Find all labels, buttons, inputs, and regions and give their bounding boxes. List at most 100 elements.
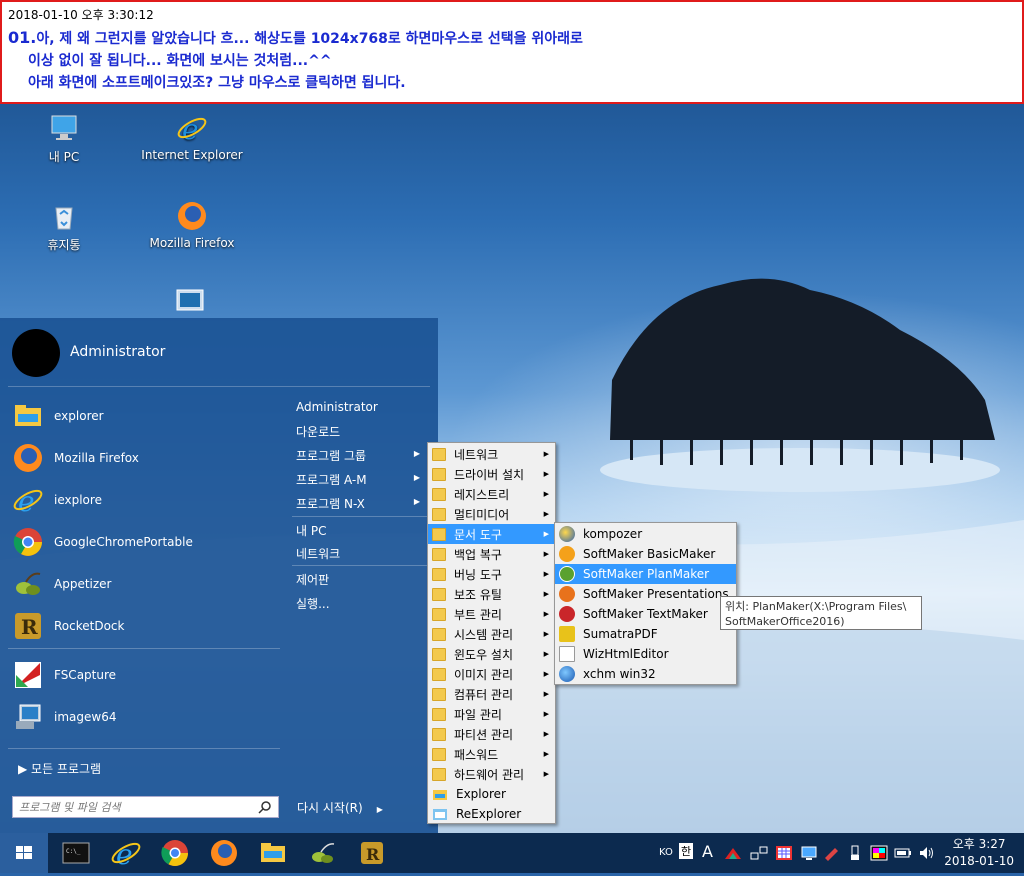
avatar[interactable] [12,329,60,377]
taskbar: C:\_ e R KO 한 A 오후 3:27 2018-01-10 [0,833,1024,873]
app-firefox[interactable]: Mozilla Firefox [12,440,282,476]
folder-icon[interactable] [257,837,289,869]
menu-item-sumatrapdf[interactable]: SumatraPDF [555,624,736,644]
app-iexplore[interactable]: e iexplore [12,482,282,518]
menu-item-multimedia[interactable]: 멀티미디어 ▶ [428,504,555,524]
clock[interactable]: 오후 3:27 2018-01-10 [944,836,1014,870]
app-appetizer[interactable]: Appetizer [12,566,282,602]
desktop-icon-recycle-bin[interactable]: 휴지통 [9,200,119,253]
rocketdock-icon[interactable]: R [356,837,388,869]
right-item-programs-a-m[interactable]: 프로그램 A-M ▶ [296,471,424,488]
tray-app-icon[interactable] [724,845,742,861]
menu-item-registry[interactable]: 레지스트리 ▶ [428,484,555,504]
menu-label: SoftMaker BasicMaker [583,547,716,561]
program-group-menu: 네트워크 ▶ 드라이버 설치 ▶ 레지스트리 ▶ 멀티미디어 ▶ 문서 도구 ▶ 백업 복… [427,442,556,824]
desktop-icon-ie[interactable]: e Internet Explorer [137,112,247,162]
menu-label: 문서 도구 [454,527,502,542]
right-item-administrator[interactable]: Administrator [296,400,424,414]
battery-icon[interactable] [894,845,912,861]
menu-item-boot[interactable]: 부트 관리 ▶ [428,604,555,624]
app-imagew64[interactable]: imagew64 [12,699,282,735]
folder-icon [432,507,446,521]
menu-item-windows-install[interactable]: 윈도우 설치 ▶ [428,644,555,664]
tooltip-line-1: 위치: PlanMaker(X:\Program Files\ [725,600,907,613]
ime-indicator[interactable]: 한 [679,843,694,859]
folder-icon [432,687,446,701]
olive-icon[interactable] [307,837,339,869]
menu-item-textmaker[interactable]: SoftMaker TextMaker [555,604,736,624]
volume-icon[interactable] [918,845,936,861]
menu-item-partition[interactable]: 파티션 관리 ▶ [428,724,555,744]
right-item-programs-n-x[interactable]: 프로그램 N-X ▶ [296,495,424,512]
menu-item-presentations[interactable]: SoftMaker Presentations [555,584,736,604]
ie-icon: e [13,485,43,516]
right-item-network[interactable]: 네트워크 [296,545,424,562]
search-icon[interactable] [258,800,272,814]
menu-label: xchm win32 [583,667,656,681]
app-label: Mozilla Firefox [54,451,139,465]
menu-item-document-tools[interactable]: 문서 도구 ▶ [428,524,555,544]
menu-item-password[interactable]: 패스워드 ▶ [428,744,555,764]
right-item-program-group[interactable]: 프로그램 그룹 ▶ [296,447,424,464]
menu-item-system[interactable]: 시스템 관리 ▶ [428,624,555,644]
menu-item-driver-install[interactable]: 드라이버 설치 ▶ [428,464,555,484]
menu-item-hardware[interactable]: 하드웨어 관리 ▶ [428,764,555,784]
cmd-icon[interactable]: C:\_ [60,837,92,869]
font-indicator[interactable]: A [702,842,713,861]
menu-item-kompozer[interactable]: kompozer [555,524,736,544]
app-explorer[interactable]: explorer [12,398,282,434]
app-label: iexplore [54,493,102,507]
desktop-icon-firefox[interactable]: Mozilla Firefox [137,200,247,250]
divider [292,516,430,517]
menu-item-utilities[interactable]: 보조 유틸 ▶ [428,584,555,604]
usb-icon[interactable] [848,845,862,861]
search-input[interactable] [19,800,258,814]
grid-icon[interactable] [775,845,793,861]
triangle-right-icon: ▶ [413,449,420,458]
right-item-run[interactable]: 실행... [296,595,424,612]
app-fscapture[interactable]: FSCapture [12,657,282,693]
divider [8,386,430,387]
menu-item-reexplorer[interactable]: ReExplorer [428,804,555,824]
right-item-downloads[interactable]: 다운로드 [296,423,424,440]
desktop-icon-my-pc[interactable]: 내 PC [9,112,119,165]
menu-item-wizhtmleditor[interactable]: WizHtmlEditor [555,644,736,664]
chrome-icon[interactable] [159,837,191,869]
partial-desktop-icon[interactable] [175,288,207,318]
right-item-label: 프로그램 A-M [296,473,367,487]
svg-text:e: e [18,485,35,516]
menu-item-file[interactable]: 파일 관리 ▶ [428,704,555,724]
note-line-1-text: 아, 제 왜 그런지를 알았습니다 흐... 해상도를 1024x768로 하면… [36,31,583,47]
svg-text:e: e [116,838,133,869]
ie-icon[interactable]: e [110,837,142,869]
menu-item-explorer[interactable]: Explorer [428,784,555,804]
search-box[interactable] [12,796,279,818]
menu-item-network[interactable]: 네트워크 ▶ [428,444,555,464]
display-icon[interactable] [800,845,818,861]
color-icon[interactable] [870,845,888,861]
all-programs-button[interactable]: ▶ 모든 프로그램 [18,760,101,777]
right-item-my-pc[interactable]: 내 PC [296,522,424,539]
tray-tool-icon[interactable] [822,845,840,861]
network-icon[interactable] [750,845,768,861]
menu-label: 백업 복구 [454,547,502,562]
menu-item-backup[interactable]: 백업 복구 ▶ [428,544,555,564]
menu-item-burning[interactable]: 버닝 도구 ▶ [428,564,555,584]
language-indicator[interactable]: KO [659,847,673,858]
menu-item-xchm[interactable]: xchm win32 [555,664,736,684]
start-button[interactable] [0,833,48,873]
menu-item-basicmaker[interactable]: SoftMaker BasicMaker [555,544,736,564]
menu-label: 보조 유틸 [454,587,502,602]
restart-button[interactable]: 다시 시작(R) ▶ [297,799,383,816]
app-chrome[interactable]: GoogleChromePortable [12,524,282,560]
menu-item-planmaker[interactable]: SoftMaker PlanMaker [555,564,736,584]
firefox-icon[interactable] [208,837,240,869]
menu-item-computer[interactable]: 컴퓨터 관리 ▶ [428,684,555,704]
folder-icon [432,767,446,781]
right-item-control-panel[interactable]: 제어판 [296,571,424,588]
menu-label: SumatraPDF [583,627,658,641]
app-rocketdock[interactable]: R RocketDock [12,608,282,644]
note-number: 01. [8,28,37,47]
triangle-right-icon: ▶ [543,610,549,618]
menu-item-image[interactable]: 이미지 관리 ▶ [428,664,555,684]
